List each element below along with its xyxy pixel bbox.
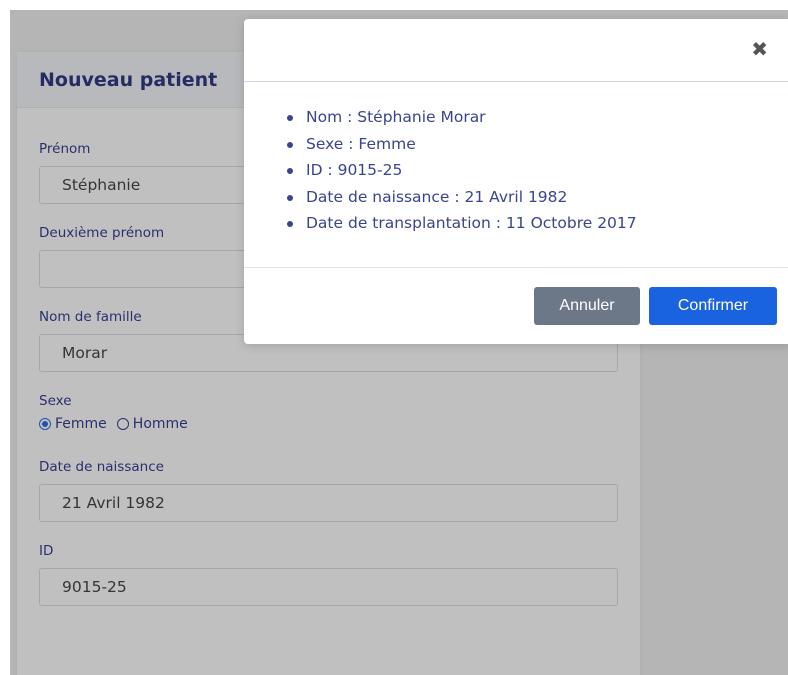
summary-item-transplant-date: Date de transplantation : 11 Octobre 201… xyxy=(284,210,788,237)
summary-item-sex: Sexe : Femme xyxy=(284,131,788,158)
confirm-patient-modal: ✖ Nom : Stéphanie Morar Sexe : Femme ID … xyxy=(244,19,788,344)
summary-item-birth-date: Date de naissance : 21 Avril 1982 xyxy=(284,184,788,211)
summary-item-name: Nom : Stéphanie Morar xyxy=(284,104,788,131)
summary-item-id: ID : 9015-25 xyxy=(284,157,788,184)
close-icon[interactable]: ✖ xyxy=(751,37,768,61)
cancel-button[interactable]: Annuler xyxy=(534,287,640,325)
modal-footer: Annuler Confirmer xyxy=(244,268,788,344)
confirm-button[interactable]: Confirmer xyxy=(649,287,777,325)
modal-header: ✖ xyxy=(244,19,788,82)
patient-summary-list: Nom : Stéphanie Morar Sexe : Femme ID : … xyxy=(284,104,788,237)
modal-body: Nom : Stéphanie Morar Sexe : Femme ID : … xyxy=(244,82,788,268)
